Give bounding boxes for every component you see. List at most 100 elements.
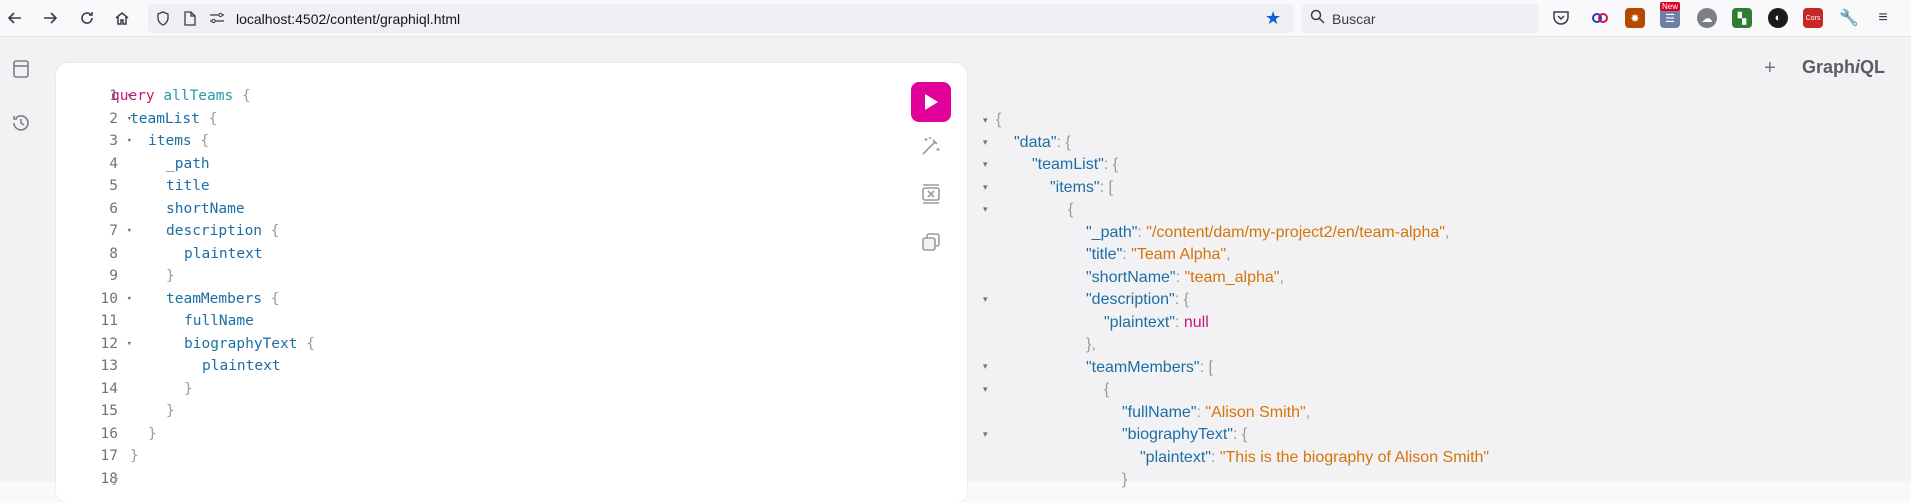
extension-wrench-icon[interactable]: 🔧 bbox=[1839, 8, 1859, 28]
code-line: shortName bbox=[166, 200, 245, 217]
fold-arrow-icon[interactable]: ▾ bbox=[127, 333, 132, 355]
graphiql-sidebar bbox=[0, 37, 46, 481]
line-number: 13 bbox=[100, 358, 118, 374]
result-line: "title": "Team Alpha", bbox=[1086, 246, 1231, 263]
code-line: } bbox=[184, 380, 193, 397]
extension-link-icon[interactable] bbox=[1590, 8, 1610, 28]
copy-query-icon[interactable] bbox=[918, 229, 944, 255]
execute-query-button[interactable] bbox=[911, 82, 951, 122]
code-line: teamMembers { bbox=[166, 290, 280, 307]
fold-arrow-icon[interactable]: ▾ bbox=[983, 137, 988, 148]
fold-arrow-icon[interactable]: ▾ bbox=[127, 220, 132, 242]
line-number: 12 ▾ bbox=[76, 333, 134, 355]
url-text[interactable]: localhost:4502/content/graphiql.html bbox=[236, 11, 460, 27]
graphiql-app: 1 ▾ 2 ▾ 3 ▾ 4 5 6 7 ▾ 8 9 10 ▾ 11 12 ▾ 13 14 1… bbox=[0, 37, 1911, 503]
merge-fragments-icon[interactable] bbox=[918, 181, 944, 207]
line-number: 16 bbox=[100, 425, 118, 442]
graphiql-logo: GraphiQL bbox=[1802, 57, 1886, 77]
fold-arrow-icon[interactable]: ▾ bbox=[983, 204, 988, 215]
line-number: 9 bbox=[109, 268, 118, 284]
result-line: }, bbox=[1086, 336, 1096, 353]
fold-arrow-icon[interactable]: ▾ bbox=[127, 288, 132, 310]
line-number: 17 bbox=[100, 448, 118, 464]
cors-label: Cors bbox=[1805, 14, 1821, 22]
fold-arrow-icon[interactable]: ▾ bbox=[983, 384, 988, 395]
code-line: title bbox=[166, 178, 210, 194]
add-tab-button[interactable]: + bbox=[1764, 57, 1776, 80]
extension-cloud-icon[interactable]: ☁ bbox=[1697, 8, 1717, 28]
result-line: "_path": "/content/dam/my-project2/en/te… bbox=[1086, 223, 1450, 241]
url-bar[interactable]: localhost:4502/content/graphiql.html ★ bbox=[148, 4, 1294, 33]
result-line: "items": [ bbox=[1050, 178, 1113, 196]
line-number: 2 ▾ bbox=[76, 108, 134, 130]
new-badge: New bbox=[1660, 2, 1681, 11]
search-placeholder[interactable]: Buscar bbox=[1332, 11, 1376, 27]
prettify-icon[interactable] bbox=[918, 133, 944, 159]
line-number: 14 bbox=[100, 380, 118, 397]
code-line: } bbox=[166, 268, 175, 284]
back-arrow-icon[interactable] bbox=[4, 7, 26, 29]
code-line: description { bbox=[166, 223, 280, 239]
code-line: } bbox=[111, 470, 120, 487]
menu-icon[interactable]: ≡ bbox=[1873, 8, 1893, 28]
search-bar[interactable]: Buscar bbox=[1302, 4, 1539, 33]
extension-settings-icon[interactable]: ✸ bbox=[1625, 8, 1645, 28]
result-line: { bbox=[996, 111, 1002, 128]
forward-arrow-icon[interactable] bbox=[39, 7, 61, 29]
code-line: } bbox=[166, 403, 175, 419]
result-line: "plaintext": null bbox=[1104, 313, 1209, 331]
code-line: query allTeams { bbox=[111, 88, 251, 104]
search-icon bbox=[1310, 9, 1325, 29]
fold-arrow-icon[interactable]: ▾ bbox=[983, 115, 988, 126]
code-line: items { bbox=[148, 133, 210, 149]
home-icon[interactable] bbox=[111, 7, 133, 29]
line-number: 18 bbox=[100, 470, 118, 487]
code-line: plaintext bbox=[202, 358, 281, 374]
line-number: 3 ▾ bbox=[76, 130, 134, 152]
extension-cors-icon[interactable]: Cors bbox=[1803, 8, 1823, 28]
code-line: } bbox=[130, 448, 139, 464]
line-number: 8 bbox=[109, 245, 118, 262]
page-icon[interactable] bbox=[181, 9, 199, 27]
line-number: 4 bbox=[109, 155, 118, 172]
result-line: "biographyText": { bbox=[1122, 426, 1248, 443]
line-number: 5 bbox=[109, 178, 118, 194]
result-line: "data": { bbox=[1014, 133, 1071, 151]
fold-arrow-icon[interactable]: ▾ bbox=[983, 294, 988, 305]
bookmark-star-icon[interactable]: ★ bbox=[1265, 8, 1281, 29]
pocket-icon[interactable] bbox=[1551, 8, 1571, 28]
query-editor[interactable]: 1 ▾ 2 ▾ 3 ▾ 4 5 6 7 ▾ 8 9 10 ▾ 11 12 ▾ 13 14 1… bbox=[56, 63, 967, 503]
browser-toolbar: localhost:4502/content/graphiql.html ★ B… bbox=[0, 0, 1911, 37]
result-line: { bbox=[1104, 381, 1110, 398]
shield-icon[interactable] bbox=[154, 9, 172, 27]
result-line: "plaintext": "This is the biography of A… bbox=[1140, 448, 1490, 466]
result-line: "description": { bbox=[1086, 291, 1189, 308]
fold-arrow-icon[interactable]: ▾ bbox=[983, 159, 988, 170]
fold-arrow-icon[interactable]: ▾ bbox=[127, 130, 132, 152]
result-line: { bbox=[1068, 201, 1074, 218]
code-line: _path bbox=[166, 155, 210, 172]
code-line: } bbox=[148, 425, 157, 442]
result-line: "teamList": { bbox=[1032, 156, 1119, 173]
line-number: 10 ▾ bbox=[76, 288, 134, 310]
code-line: plaintext bbox=[184, 245, 263, 262]
fold-arrow-icon[interactable]: ▾ bbox=[983, 182, 988, 193]
reload-icon[interactable] bbox=[76, 7, 98, 29]
permissions-icon[interactable] bbox=[208, 9, 226, 27]
line-number: 15 bbox=[100, 403, 118, 419]
docs-icon[interactable] bbox=[9, 57, 33, 81]
code-line: fullName bbox=[184, 313, 254, 329]
extension-new-icon[interactable]: New ☰ bbox=[1660, 2, 1681, 28]
fold-arrow-icon[interactable]: ▾ bbox=[983, 429, 988, 440]
result-line: "shortName": "team_alpha", bbox=[1086, 268, 1284, 286]
fold-arrow-icon[interactable]: ▾ bbox=[983, 361, 988, 372]
line-number: 6 bbox=[109, 200, 118, 217]
code-line: biographyText { bbox=[184, 335, 315, 352]
line-number: 11 bbox=[100, 313, 118, 329]
code-line: teamList { bbox=[130, 110, 218, 127]
history-icon[interactable] bbox=[9, 111, 33, 135]
extension-dark-icon[interactable]: ◐ bbox=[1768, 8, 1788, 28]
result-line: "fullName": "Alison Smith", bbox=[1122, 403, 1311, 421]
result-line: "teamMembers": [ bbox=[1086, 358, 1213, 376]
extension-chart-icon[interactable]: ▚ bbox=[1732, 8, 1752, 28]
